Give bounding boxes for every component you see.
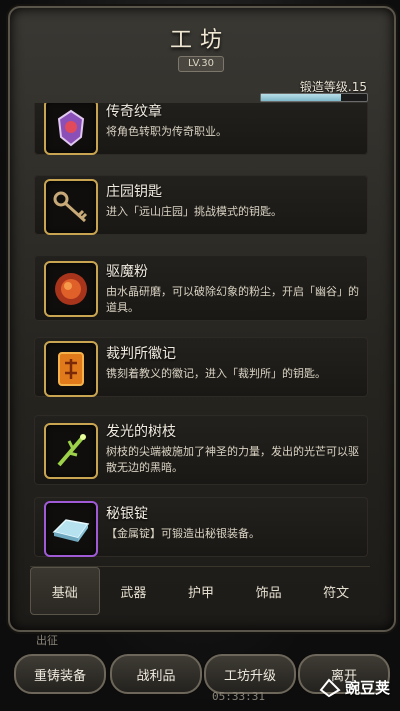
- recipe-description: 【金属锭】可锻造出秘银装备。: [106, 527, 260, 540]
- recipe-description: 由水晶研磨，可以破除幻象的粉尘，开启「幽谷」的道具。: [106, 285, 359, 314]
- recipe-description: 将角色转职为传奇职业。: [106, 125, 227, 138]
- mithril-ingot-icon: [44, 501, 98, 557]
- tab-weapons[interactable]: 武器: [100, 567, 168, 615]
- recipe-item[interactable]: 裁判所徽记 镌刻着教义的徽记，进入「裁判所」的钥匙。: [34, 337, 368, 397]
- wandoujia-logo-icon: [319, 678, 341, 698]
- workshop-title: 工坊: [169, 28, 230, 53]
- tab-runes[interactable]: 符文: [302, 567, 370, 615]
- recipe-name: 传奇纹章: [106, 104, 162, 120]
- recipe-item[interactable]: 传奇纹章 将角色转职为传奇职业。: [34, 103, 368, 155]
- recipe-item[interactable]: 驱魔粉 由水晶研磨，可以破除幻象的粉尘，开启「幽谷」的道具。: [34, 255, 368, 321]
- recipe-description: 树枝的尖端被施加了神圣的力量，发出的光芒可以驱散无边的黑暗。: [106, 445, 359, 474]
- tab-accessories[interactable]: 饰品: [235, 567, 303, 615]
- recipe-name: 庄园钥匙: [106, 184, 162, 200]
- tribunal-emblem-icon: [44, 341, 98, 397]
- key-icon: [44, 179, 98, 235]
- exorcism-powder-icon: [44, 261, 98, 317]
- recipe-description: 进入「远山庄园」挑战模式的钥匙。: [106, 205, 282, 218]
- watermark-text: 豌豆荚: [344, 678, 390, 697]
- game-clock: 05:33:31: [212, 690, 265, 703]
- forge-progress-bar: [260, 93, 368, 102]
- recipe-list[interactable]: 传奇纹章 将角色转职为传奇职业。 庄园钥匙 进入「远山庄园」挑战模式的钥匙。 驱…: [30, 103, 370, 563]
- workshop-upgrade-button[interactable]: 工坊升级: [204, 654, 296, 694]
- recipe-name: 发光的树枝: [106, 424, 176, 440]
- legend-crest-icon: [44, 103, 98, 155]
- recipe-item[interactable]: 秘银锭 【金属锭】可锻造出秘银装备。: [34, 497, 368, 557]
- recipe-item[interactable]: 发光的树枝 树枝的尖端被施加了神圣的力量，发出的光芒可以驱散无边的黑暗。: [34, 415, 368, 485]
- forge-progress-fill: [261, 94, 341, 101]
- reforge-equipment-button[interactable]: 重铸装备: [14, 654, 106, 694]
- recipe-item[interactable]: 庄园钥匙 进入「远山庄园」挑战模式的钥匙。: [34, 175, 368, 235]
- tab-basic[interactable]: 基础: [30, 567, 100, 615]
- recipe-name: 驱魔粉: [106, 264, 148, 280]
- glowing-branch-icon: [44, 423, 98, 479]
- loot-button[interactable]: 战利品: [110, 654, 202, 694]
- category-tabs: 基础 武器 护甲 饰品 符文: [30, 566, 370, 615]
- tab-armor[interactable]: 护甲: [167, 567, 235, 615]
- watermark: 豌豆荚: [319, 676, 390, 698]
- recipe-description: 镌刻着教义的徽记，进入「裁判所」的钥匙。: [106, 367, 326, 380]
- recipe-name: 裁判所徽记: [106, 346, 176, 362]
- workshop-level-badge: LV.30: [178, 56, 224, 72]
- background-expedition-label: 出征: [36, 634, 58, 647]
- recipe-name: 秘银锭: [106, 506, 148, 522]
